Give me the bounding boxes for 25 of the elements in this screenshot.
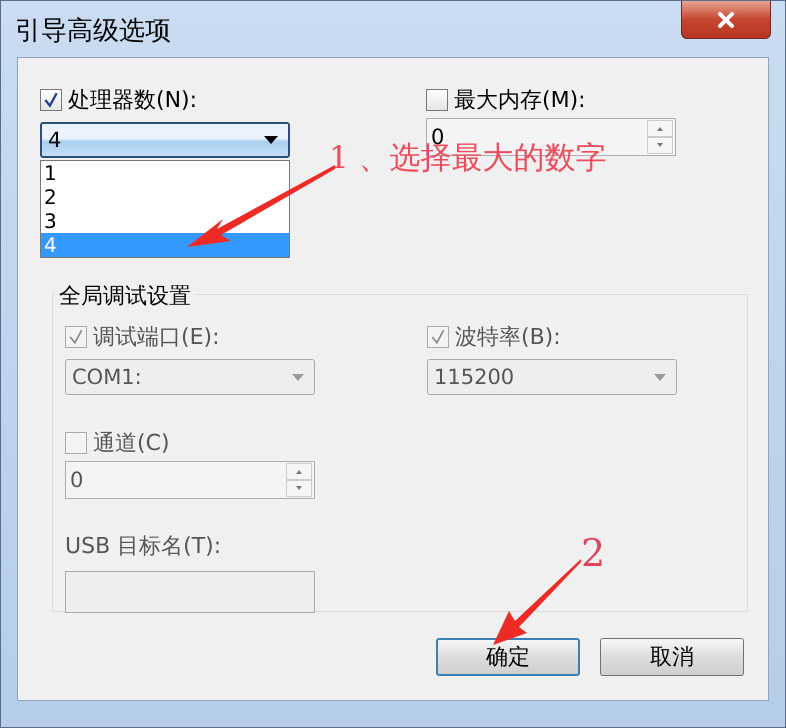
checkbox[interactable] [40, 89, 62, 111]
caret-icon [654, 374, 666, 380]
baud-rate-label: 波特率(B): [455, 324, 561, 352]
processor-count-dropdown[interactable]: 4 [40, 122, 290, 158]
debug-port-label: 调试端口(E): [93, 324, 220, 352]
checkmark-icon [68, 329, 84, 345]
spin-buttons[interactable] [647, 120, 673, 154]
caret-icon [264, 136, 278, 144]
caret-icon [292, 374, 304, 380]
checkbox[interactable] [426, 89, 448, 111]
dropdown-option[interactable]: 1 [41, 161, 289, 185]
checkmark-icon [43, 92, 59, 108]
ok-button[interactable]: 确定 [436, 638, 580, 676]
dropdown-option[interactable]: 3 [41, 209, 289, 233]
max-memory-label: 最大内存(M): [454, 87, 586, 115]
annotation-text: 2 [581, 531, 606, 575]
dropdown-option[interactable]: 2 [41, 185, 289, 209]
close-button[interactable] [681, 1, 771, 39]
close-icon [715, 10, 737, 28]
window-title: 引导高级选项 [15, 15, 171, 48]
usb-target-label: USB 目标名(T): [65, 533, 222, 561]
processor-count-label: 处理器数(N): [68, 87, 198, 115]
cancel-button[interactable]: 取消 [600, 638, 744, 676]
checkmark-icon [430, 329, 446, 345]
channel-label: 通道(C) [93, 430, 170, 458]
